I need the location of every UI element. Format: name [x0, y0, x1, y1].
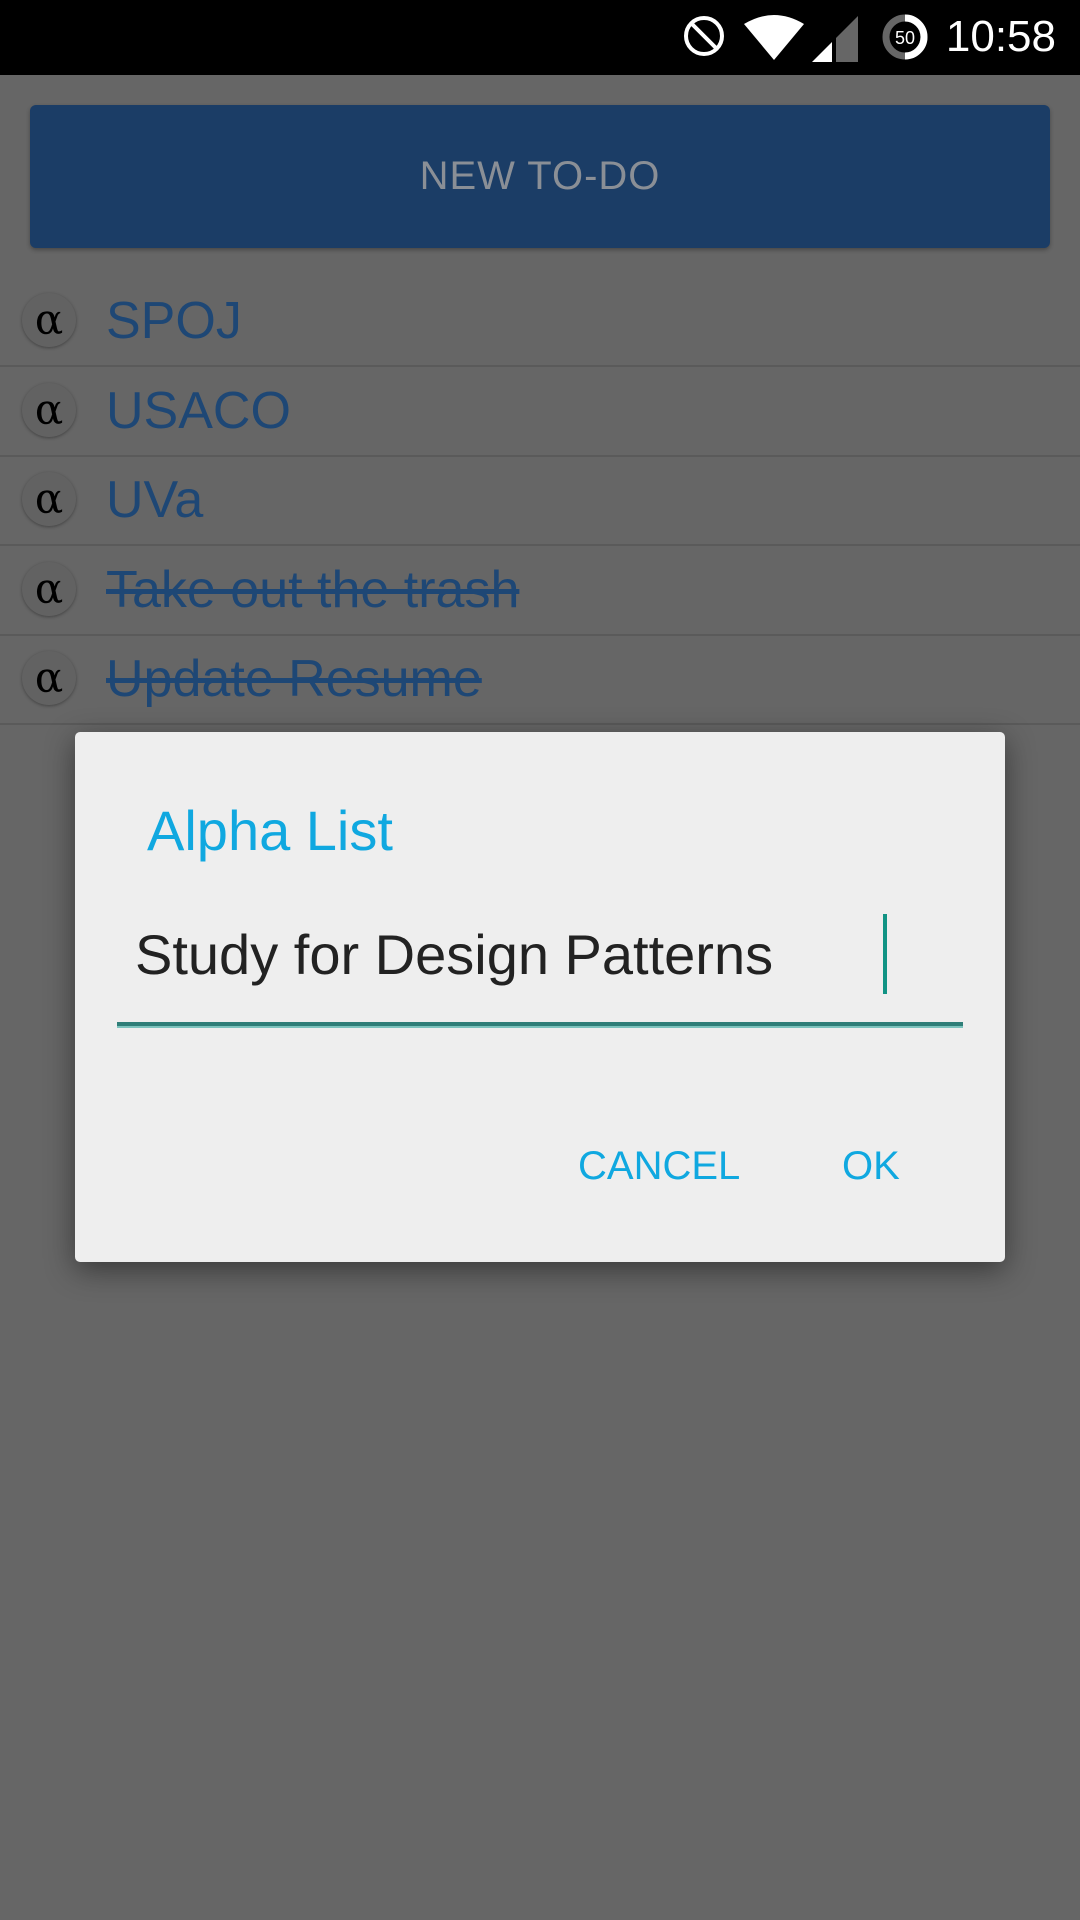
alpha-icon[interactable]: α [22, 472, 76, 526]
dialog-title: Alpha List [147, 799, 393, 862]
alpha-list-dialog: Alpha List Study for Design Patterns CAN… [75, 732, 1005, 1262]
do-not-disturb-icon [684, 16, 724, 56]
battery-icon: 50 [882, 14, 928, 60]
list-item-label: Update Resume [106, 650, 482, 708]
alpha-icon[interactable]: α [22, 382, 76, 437]
alpha-icon[interactable]: α [22, 651, 76, 705]
list-item[interactable]: α UVa [0, 456, 1080, 546]
svg-text:50: 50 [895, 28, 915, 48]
new-todo-button[interactable]: NEW TO-DO [30, 105, 1050, 248]
list-item[interactable]: α Take out the trash [0, 546, 1080, 636]
cancel-button[interactable]: CANCEL [578, 1144, 740, 1189]
list-item-label: SPOJ [106, 292, 242, 350]
input-underline [117, 1022, 963, 1028]
cell-signal-icon [812, 16, 858, 62]
list-item[interactable]: α Update Resume [0, 635, 1080, 725]
list-item-label: USACO [106, 381, 291, 440]
status-bar: 50 10:58 [0, 0, 1080, 75]
new-todo-label: NEW TO-DO [419, 154, 661, 198]
input-value: Study for Design Patterns [135, 923, 774, 986]
clock: 10:58 [945, 12, 1056, 61]
text-cursor [883, 914, 887, 994]
wifi-icon [744, 15, 804, 60]
alpha-icon[interactable]: α [22, 293, 76, 347]
list-item[interactable]: α USACO [0, 367, 1080, 457]
list-item-label: UVa [106, 471, 204, 529]
list-item-label: Take out the trash [106, 560, 520, 619]
ok-button[interactable]: OK [842, 1144, 900, 1189]
alpha-icon[interactable]: α [22, 561, 76, 616]
todo-text-input[interactable]: Study for Design Patterns [135, 914, 921, 994]
list-item[interactable]: α SPOJ [0, 277, 1080, 367]
